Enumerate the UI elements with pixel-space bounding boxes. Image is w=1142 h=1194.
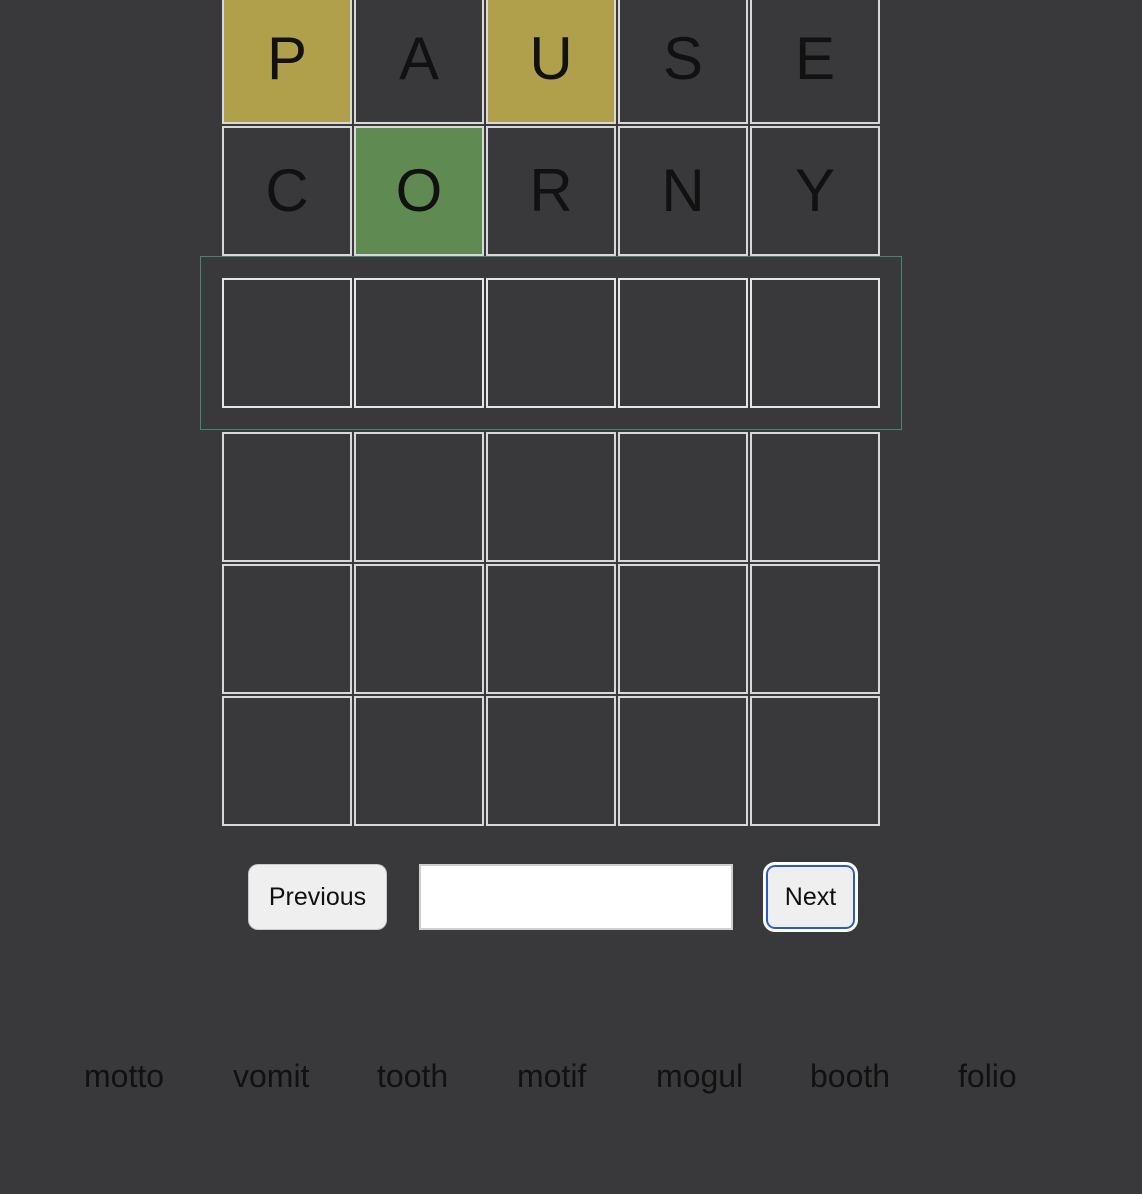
guess-input[interactable] [419, 864, 733, 930]
board-row-4 [222, 432, 882, 562]
tile [750, 696, 880, 826]
game-board: P A U S E C O R N Y [200, 0, 902, 828]
word-item[interactable]: motif [517, 1058, 586, 1095]
tile [750, 432, 880, 562]
tile [486, 432, 616, 562]
tile[interactable] [618, 278, 748, 408]
word-item[interactable]: motto [84, 1058, 164, 1095]
tile [486, 696, 616, 826]
tile [750, 564, 880, 694]
next-button[interactable]: Next [763, 862, 858, 932]
word-item[interactable]: mogul [656, 1058, 743, 1095]
tile [486, 564, 616, 694]
tile: U [486, 0, 616, 124]
tile: A [354, 0, 484, 124]
tile [354, 432, 484, 562]
tile: N [618, 126, 748, 256]
tile: E [750, 0, 880, 124]
tile [618, 564, 748, 694]
board-row-6 [222, 696, 882, 826]
word-item[interactable]: vomit [233, 1058, 309, 1095]
tile [354, 564, 484, 694]
word-item[interactable]: booth [810, 1058, 890, 1095]
board-row-5 [222, 564, 882, 694]
tile[interactable] [354, 278, 484, 408]
tile: O [354, 126, 484, 256]
word-item[interactable]: folio [958, 1058, 1017, 1095]
tile [618, 696, 748, 826]
tile [354, 696, 484, 826]
controls-bar: Previous Next [0, 862, 1142, 934]
tile: Y [750, 126, 880, 256]
tile [618, 432, 748, 562]
tile[interactable] [750, 278, 880, 408]
tile[interactable] [222, 278, 352, 408]
tile: P [222, 0, 352, 124]
tile: S [618, 0, 748, 124]
word-list: motto vomit tooth motif mogul booth foli… [0, 1058, 1142, 1102]
tile [222, 564, 352, 694]
tile: C [222, 126, 352, 256]
previous-button[interactable]: Previous [248, 864, 387, 930]
board-row-1: P A U S E [222, 0, 882, 124]
tile [222, 696, 352, 826]
tile: R [486, 126, 616, 256]
word-item[interactable]: tooth [377, 1058, 448, 1095]
board-row-2: C O R N Y [222, 126, 882, 256]
board-row-3-active [200, 256, 902, 430]
tile [222, 432, 352, 562]
tile[interactable] [486, 278, 616, 408]
